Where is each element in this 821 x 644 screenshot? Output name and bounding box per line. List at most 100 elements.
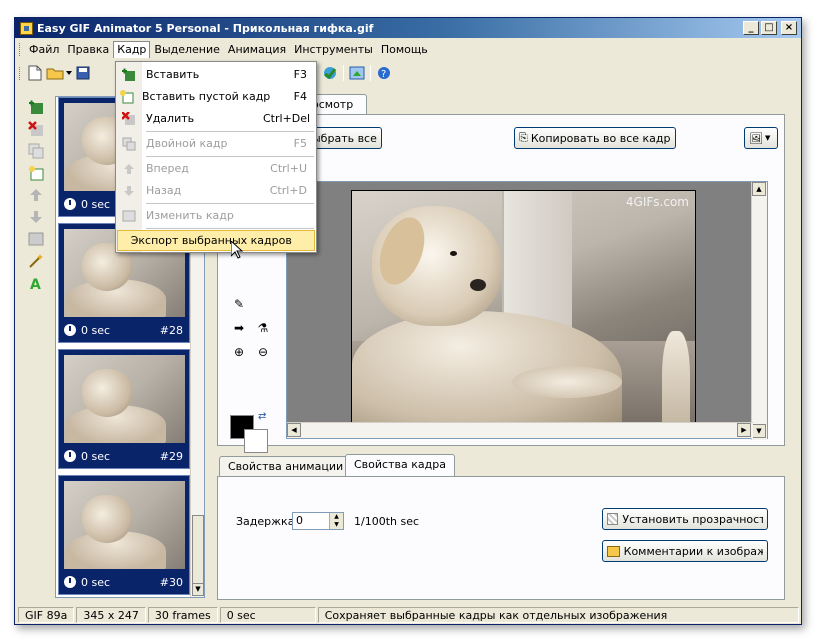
scroll-down-arrow-icon[interactable]: ▼ [192, 583, 204, 596]
menu-item-shortcut: F4 [293, 90, 307, 103]
gif-frame-preview[interactable]: 4GIFs.com [351, 190, 696, 437]
new-file-icon[interactable] [25, 63, 45, 83]
frame-thumbnail [64, 481, 185, 569]
window-title: Easy GIF Animator 5 Personal - Прикольна… [37, 21, 374, 35]
swap-colors-icon[interactable]: ⇄ [258, 411, 266, 422]
menu-item-insert[interactable]: Вставить F3 [117, 64, 315, 85]
frame-delay: 0 sec [81, 449, 111, 463]
menu-item-label: Назад [146, 184, 182, 197]
menu-selection[interactable]: Выделение [150, 41, 224, 58]
svg-text:?: ? [381, 69, 386, 80]
comments-label: Комментарии к изображен [623, 544, 763, 558]
frame-item[interactable]: 0 sec #30 [58, 475, 190, 595]
move-up-icon [117, 158, 141, 179]
title-bar[interactable]: Easy GIF Animator 5 Personal - Прикольна… [15, 18, 801, 38]
tab-preview[interactable]: осмотр [309, 94, 367, 114]
export-frames-icon [118, 230, 126, 251]
menu-item-label: Двойной кадр [146, 137, 228, 150]
menu-frame[interactable]: Кадр [113, 41, 151, 58]
menu-item-shortcut: Ctrl+D [269, 184, 307, 197]
text-icon[interactable]: A [27, 272, 45, 294]
menubar-grip[interactable] [19, 43, 22, 56]
next-icon[interactable]: ➡ [230, 319, 248, 337]
background-color[interactable] [244, 429, 268, 453]
insert-blank-frame-icon [117, 86, 137, 107]
folder-icon [607, 545, 620, 557]
tab-frame-properties[interactable]: Свойства кадра [345, 454, 455, 476]
status-size: 345 x 247 [76, 607, 146, 623]
delay-label: Задержка: [236, 515, 299, 528]
zoom-out-icon[interactable]: ⊖ [254, 343, 272, 361]
delay-stepper[interactable]: ▲ ▼ [329, 513, 343, 529]
scroll-left-arrow-icon[interactable]: ◀ [287, 423, 301, 437]
preview-browser-icon[interactable] [320, 63, 340, 83]
canvas-vertical-scrollbar[interactable]: ▲ ▼ [751, 182, 767, 440]
menu-edit[interactable]: Правка [63, 41, 113, 58]
duplicate-frame-icon[interactable] [27, 140, 45, 162]
move-up-icon[interactable] [27, 184, 45, 206]
menu-help[interactable]: Помощь [377, 41, 432, 58]
toolbar-separator-2 [343, 65, 344, 81]
open-folder-icon[interactable] [45, 63, 65, 83]
eraser-icon[interactable]: ✎ [230, 295, 248, 313]
status-frames: 30 frames [147, 607, 218, 623]
export-icon[interactable] [347, 63, 367, 83]
menu-bar: Файл Правка Кадр Выделение Анимация Инст… [15, 40, 801, 59]
insert-blank-frame-icon[interactable] [27, 162, 45, 184]
zoom-in-icon[interactable]: ⊕ [230, 343, 248, 361]
scroll-down-arrow-icon[interactable]: ▼ [752, 424, 766, 438]
menu-file[interactable]: Файл [25, 41, 63, 58]
select-all-button[interactable]: ыбрать все [308, 127, 382, 149]
delay-input[interactable]: 0 ▲ ▼ [292, 512, 344, 530]
move-down-icon[interactable] [27, 206, 45, 228]
scroll-up-arrow-icon[interactable]: ▲ [752, 182, 766, 196]
help-icon[interactable]: ? [374, 63, 394, 83]
mouse-cursor-icon [231, 241, 243, 259]
app-window: Easy GIF Animator 5 Personal - Прикольна… [14, 17, 802, 625]
frame-delay: 0 sec [81, 197, 111, 211]
close-button[interactable]: × [781, 21, 797, 35]
resize-frame-icon[interactable] [27, 228, 45, 250]
watermark-text: 4GIFs.com [625, 195, 689, 209]
menu-tools[interactable]: Инструменты [290, 41, 377, 58]
menu-animation[interactable]: Анимация [224, 41, 290, 58]
set-transparency-button[interactable]: Установить прозрачность [602, 508, 768, 530]
image-options-button[interactable]: 🖼 ▼ [744, 127, 778, 149]
add-frame-icon[interactable] [27, 96, 45, 118]
scroll-right-arrow-icon[interactable]: ▶ [737, 423, 751, 437]
magic-wand-icon[interactable] [27, 250, 45, 272]
menu-item-delete[interactable]: Удалить Ctrl+Del [117, 108, 315, 129]
delay-unit: 1/100th sec [354, 515, 420, 528]
toolbar-grip[interactable] [19, 66, 22, 80]
maximize-button[interactable]: □ [761, 21, 777, 35]
menu-item-move-forward[interactable]: Вперед Ctrl+U [117, 158, 315, 179]
frame-menu-dropdown: Вставить F3 Вставить пустой кадр F4 Удал… [115, 61, 317, 253]
save-icon[interactable] [73, 63, 93, 83]
move-down-icon [117, 180, 141, 201]
color-selector[interactable]: ⇄ [230, 411, 270, 455]
delay-value: 0 [296, 514, 303, 527]
transparency-label: Установить прозрачность [622, 512, 763, 526]
menu-item-resize-frame[interactable]: Изменить кадр [117, 205, 315, 226]
delete-frame-icon[interactable] [27, 118, 45, 140]
canvas-horizontal-scrollbar[interactable]: ◀ ▶ [287, 422, 753, 438]
clock-icon [64, 324, 76, 336]
frame-item[interactable]: 0 sec #29 [58, 349, 190, 469]
image-canvas[interactable]: 4GIFs.com ▲ ▼ ◀ ▶ [286, 181, 768, 440]
menu-item-move-back[interactable]: Назад Ctrl+D [117, 180, 315, 201]
menu-item-export-selected-frames[interactable]: Экспорт выбранных кадров [117, 230, 315, 251]
frame-number: #30 [159, 575, 183, 589]
menu-item-duplicate[interactable]: Двойной кадр F5 [117, 133, 315, 154]
image-comments-button[interactable]: Комментарии к изображен [602, 540, 768, 562]
spray-icon[interactable]: ⚗ [254, 319, 272, 337]
scroll-thumb[interactable] [192, 515, 204, 585]
delete-frame-icon [117, 108, 141, 129]
menu-separator [146, 228, 314, 229]
frame-thumbnail [64, 355, 185, 443]
frame-delay: 0 sec [81, 323, 111, 337]
menu-item-insert-blank[interactable]: Вставить пустой кадр F4 [117, 86, 315, 107]
dropdown-arrow-icon[interactable] [65, 63, 73, 83]
tab-animation-properties[interactable]: Свойства анимации [219, 456, 353, 476]
minimize-button[interactable]: _ [743, 21, 759, 35]
copy-to-all-frames-button[interactable]: ⎘ Копировать во все кадр [514, 127, 676, 149]
